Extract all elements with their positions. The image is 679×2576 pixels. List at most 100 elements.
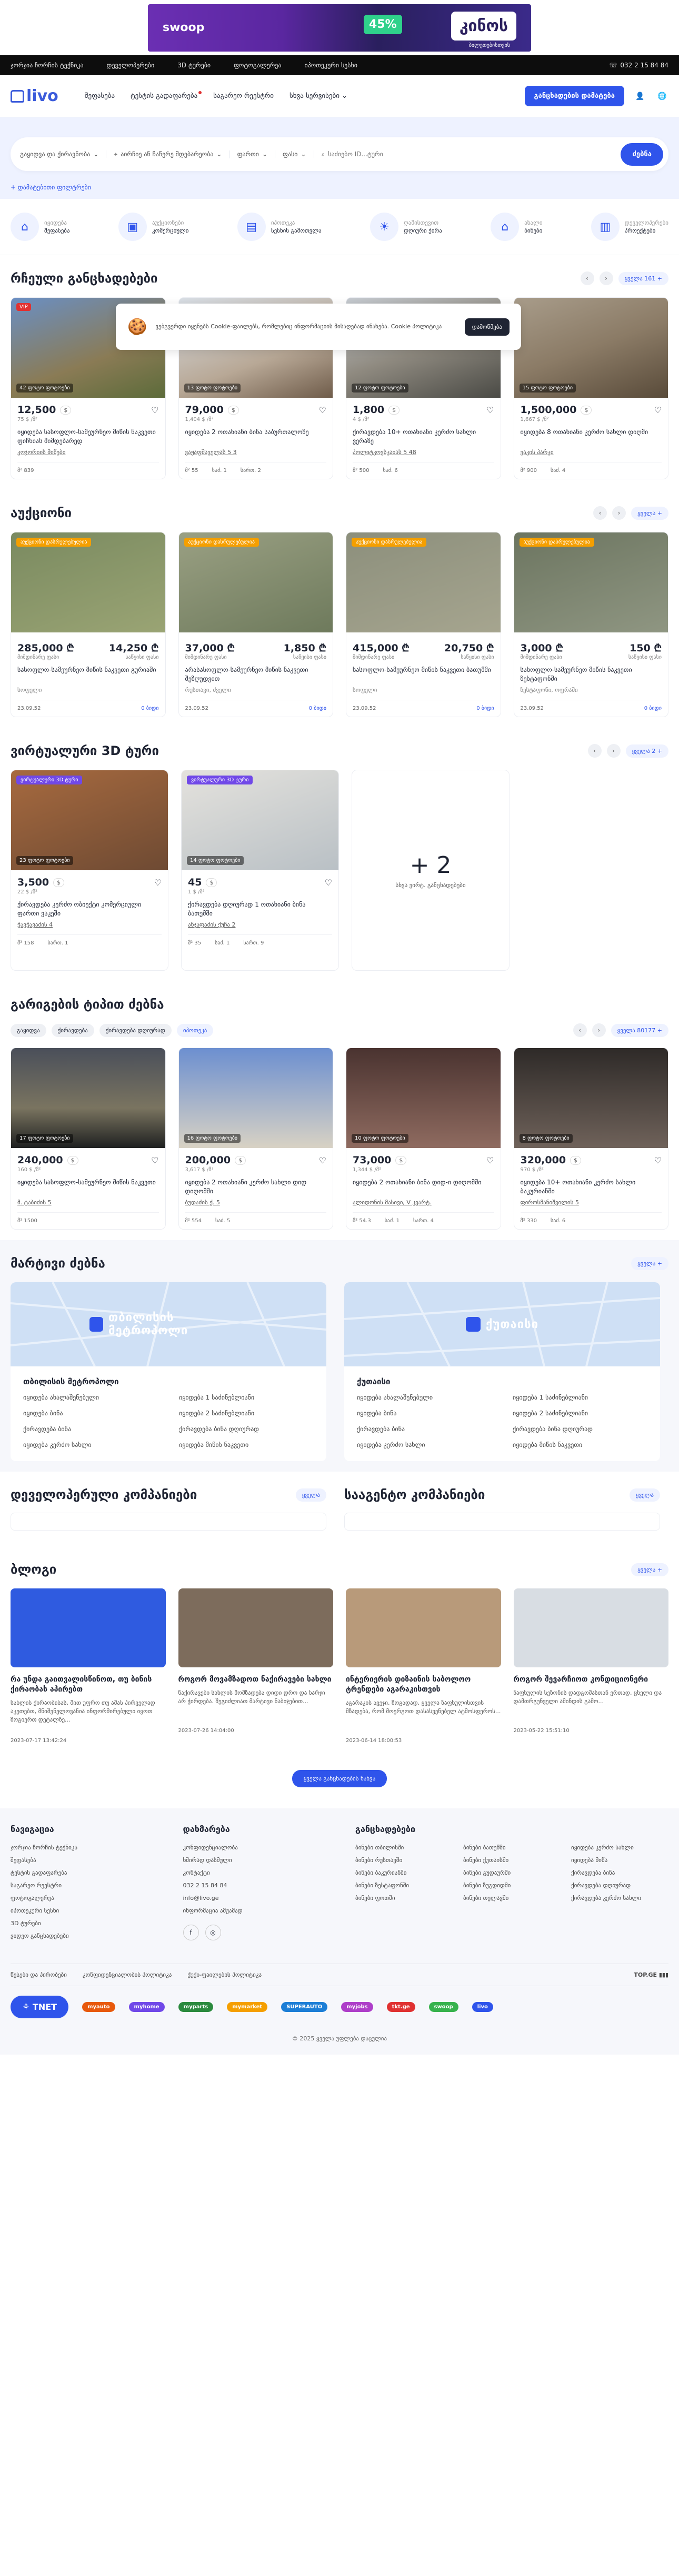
map-link[interactable]: იყიდება ახალაშენებული (357, 1394, 492, 1401)
listing-photo[interactable]: აუქციონი დასრულებულია (178, 532, 333, 632)
auction-card[interactable]: აუქციონი დასრულებულია 285,000 ₾ 14,250 ₾ … (11, 532, 166, 717)
currency-toggle[interactable]: $ (53, 878, 65, 887)
category-item[interactable]: ☀ ღამისთევით დღიური ქირა (370, 213, 442, 241)
bid-count[interactable]: 0 ბიდი (644, 706, 662, 711)
footer-link[interactable]: იყიდება კერძო სახლი (571, 1842, 668, 1854)
listing-photo[interactable]: 8 ფოტო ფოტოები (514, 1048, 668, 1148)
footer-link[interactable]: ჯორჯია ჩორჩის ტექნიკა (11, 1842, 167, 1854)
area-select[interactable]: ფართი ⌄ (237, 150, 276, 158)
listing-title[interactable]: იყიდება სასოფლო-სამეურნეო მიწის ნაკვეთი (17, 1178, 159, 1196)
heart-icon[interactable]: ♡ (654, 405, 662, 415)
nav-item[interactable]: ტესტის გადაფარება (131, 91, 202, 100)
map-link[interactable]: იყიდება ბინა (357, 1410, 492, 1417)
footer-link[interactable]: 032 2 15 84 84 (183, 1879, 340, 1892)
listing-address[interactable]: მ. ტაბიძის 5 (17, 1199, 159, 1206)
footer-link[interactable]: ბინები გუდაურში (463, 1867, 561, 1879)
next-arrow-icon[interactable]: › (606, 744, 621, 758)
more-tours-card[interactable]: + 2 სხვა ვირტ. განცხადებები (352, 770, 510, 971)
id-search-input[interactable] (328, 150, 418, 158)
footer-link[interactable]: ბინები თბილისში (355, 1842, 453, 1854)
partner-logo[interactable]: tkt.ge (386, 2002, 415, 2012)
add-listing-button[interactable]: განცხადების დამატება (524, 86, 624, 106)
top-link[interactable]: იპოთეკური სესხი (304, 62, 357, 69)
listing-address[interactable]: ბუდაძის ქ. 5 (185, 1199, 327, 1206)
blog-image[interactable] (178, 1588, 333, 1667)
top-link[interactable]: ფოტოგალერეა (234, 62, 281, 69)
listing-photo[interactable]: 10 ფოტო ფოტოები (346, 1048, 501, 1148)
footer-link[interactable]: ბინები რუსთავში (355, 1854, 453, 1867)
listing-card[interactable]: 10 ფოტო ფოტოები 73,000 $ ♡ 1,344 $ /მ² იყი… (346, 1048, 501, 1230)
listing-photo[interactable]: 17 ფოტო ფოტოები (11, 1048, 165, 1148)
blog-image[interactable] (513, 1588, 668, 1667)
blog-card[interactable]: როგორ შევარჩიოთ კონდიციონერი ზაფხულის სე… (513, 1588, 669, 1744)
footer-link[interactable]: კონტაქტი (183, 1867, 340, 1879)
see-all-button[interactable]: ყველა + (631, 506, 668, 520)
currency-toggle[interactable]: $ (388, 405, 400, 415)
partner-logo[interactable]: livo (472, 2002, 493, 2012)
partner-logo[interactable]: myparts (178, 2002, 214, 2012)
footer-link[interactable]: info@livo.ge (183, 1892, 340, 1905)
blog-title[interactable]: რა უნდა გაითვალისწინოთ, თუ ბინის ქირაობა… (11, 1675, 166, 1695)
footer-link[interactable]: იყიდება მიწა (571, 1854, 668, 1867)
bid-count[interactable]: 0 ბიდი (309, 706, 326, 711)
globe-icon[interactable]: 🌐 (656, 90, 668, 103)
listing-card[interactable]: ვირტუალური 3D ტური 14 ფოტო ფოტოები 45 $ ♡ … (181, 770, 339, 971)
listing-card[interactable]: 16 ფოტო ფოტოები 200,000 $ ♡ 3,617 $ /მ² იყ… (178, 1048, 333, 1230)
category-item[interactable]: ▤ იპოთეკა სესხის გამოთვლა (237, 213, 322, 241)
view-all-listings-button[interactable]: ყველა განცხადების ნახვა (292, 1770, 387, 1787)
partner-logo[interactable]: myhome (128, 2002, 165, 2012)
listing-address[interactable]: ფიროსმანიშვილის 5 (521, 1199, 662, 1206)
currency-toggle[interactable]: $ (67, 1155, 78, 1165)
partner-logo[interactable]: SUPERAUTO (281, 2002, 328, 2012)
auction-card[interactable]: აუქციონი დასრულებულია 3,000 ₾ 150 ₾ მიმდი… (513, 532, 668, 717)
nav-item[interactable]: სხვა სერვისები ⌄ (289, 92, 347, 100)
map-link[interactable]: იყიდება ახალაშენებული (23, 1394, 158, 1401)
listing-title[interactable]: ქირავდება კერძო ობიექტი კომერციული ფართი… (17, 900, 162, 918)
footer-link[interactable]: საგარეო რეესტრი (11, 1879, 167, 1892)
listing-photo[interactable]: აუქციონი დასრულებულია (346, 532, 501, 632)
listing-address[interactable]: პოლიტკოვსკაიას 5 48 (353, 449, 494, 456)
blog-card[interactable]: ინტერიერის დიზაინის საბოლოო ტრენდები აგა… (346, 1588, 501, 1744)
blog-image[interactable] (11, 1588, 166, 1667)
category-item[interactable]: ▥ დეველოპერები პროექტები (591, 213, 668, 241)
blog-title[interactable]: როგორ მოვამზადოთ ნაქირავები სახლი (178, 1675, 334, 1685)
listing-title[interactable]: არასასოფლო-სამეურნეო მიწის ნაკვეთი შეზღუ… (185, 666, 327, 683)
listing-title[interactable]: სასოფლო-სამეურნეო მიწის ნაკვეთი ზესტაფონ… (521, 666, 662, 683)
auction-card[interactable]: აუქციონი დასრულებულია 37,000 ₾ 1,850 ₾ მი… (178, 532, 333, 717)
map-image[interactable]: თბილისის მეტროპოლი (11, 1282, 326, 1366)
top-link[interactable]: 3D ტურები (177, 62, 211, 69)
footer-link[interactable]: ბინები ბათუმში (463, 1842, 561, 1854)
see-all-button[interactable]: ყველა 2 + (625, 744, 668, 758)
map-link[interactable]: ქირავდება ბინა დღიურად (513, 1425, 647, 1433)
price-select[interactable]: ფასი ⌄ (283, 150, 314, 158)
footer-link[interactable]: იპოთეკური სესხი (11, 1905, 167, 1917)
see-all-button[interactable]: ყველა (295, 1488, 326, 1502)
map-link[interactable]: იყიდება 2 საძინებლიანი (513, 1410, 647, 1417)
heart-icon[interactable]: ♡ (151, 405, 158, 415)
listing-title[interactable]: ქირავდება დღიურად 1 ოთახიანი ბინა ბათუმშ… (188, 900, 332, 918)
blog-image[interactable] (346, 1588, 501, 1667)
see-all-button[interactable]: ყველა 161 + (618, 271, 668, 285)
heart-icon[interactable]: ♡ (486, 405, 494, 415)
listing-title[interactable]: იყიდება 8 ოთახიანი კერძო სახლი დიღმი (521, 428, 662, 446)
footer-link[interactable]: შეფასება (11, 1854, 167, 1867)
heart-icon[interactable]: ♡ (319, 1155, 326, 1165)
blog-card[interactable]: როგორ მოვამზადოთ ნაქირავები სახლი ნაქირა… (178, 1588, 334, 1744)
blog-title[interactable]: როგორ შევარჩიოთ კონდიციონერი (514, 1675, 669, 1685)
listing-address[interactable]: კოჯორიის მიწები (17, 449, 159, 456)
listing-address[interactable]: ანჯაფაძის ქუჩა 2 (188, 921, 332, 928)
next-arrow-icon[interactable]: › (599, 271, 613, 285)
footer-link[interactable]: 3D ტურები (11, 1917, 167, 1930)
currency-toggle[interactable]: $ (395, 1155, 407, 1165)
advanced-filters-link[interactable]: + დამატებითი ფილტრები (11, 184, 668, 191)
footer-link[interactable]: ხშირად დასმული (183, 1854, 340, 1867)
heart-icon[interactable]: ♡ (319, 405, 326, 415)
map-link[interactable]: იყიდება მიწის ნაკვეთი (179, 1441, 314, 1448)
blog-card[interactable]: რა უნდა გაითვალისწინოთ, თუ ბინის ქირაობა… (11, 1588, 166, 1744)
listing-title[interactable]: იყიდება 2 ოთახიანი კერძო სახლი დიდ დიღომ… (185, 1178, 327, 1196)
top-link[interactable]: დეველოპერები (107, 62, 155, 69)
category-item[interactable]: ⌂ იყიდება შეფასება (11, 213, 70, 241)
instagram-icon[interactable]: ◎ (205, 1925, 221, 1940)
nav-item[interactable]: საგარეო რეესტრი (213, 92, 274, 100)
see-all-button[interactable]: ყველა + (631, 1256, 668, 1270)
